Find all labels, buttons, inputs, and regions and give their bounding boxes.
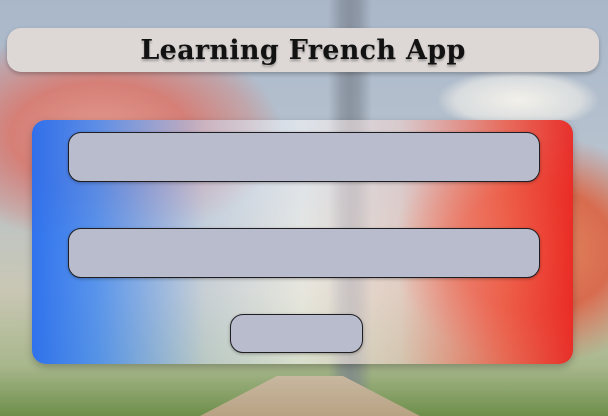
second-input-field[interactable] — [68, 228, 540, 278]
app-title: Learning French App — [140, 34, 466, 66]
title-bar: Learning French App — [7, 28, 599, 72]
submit-button[interactable] — [230, 314, 363, 353]
cloud — [438, 70, 598, 120]
first-input-field[interactable] — [68, 132, 540, 182]
french-flag-panel — [32, 120, 573, 364]
garden-path — [200, 376, 420, 416]
